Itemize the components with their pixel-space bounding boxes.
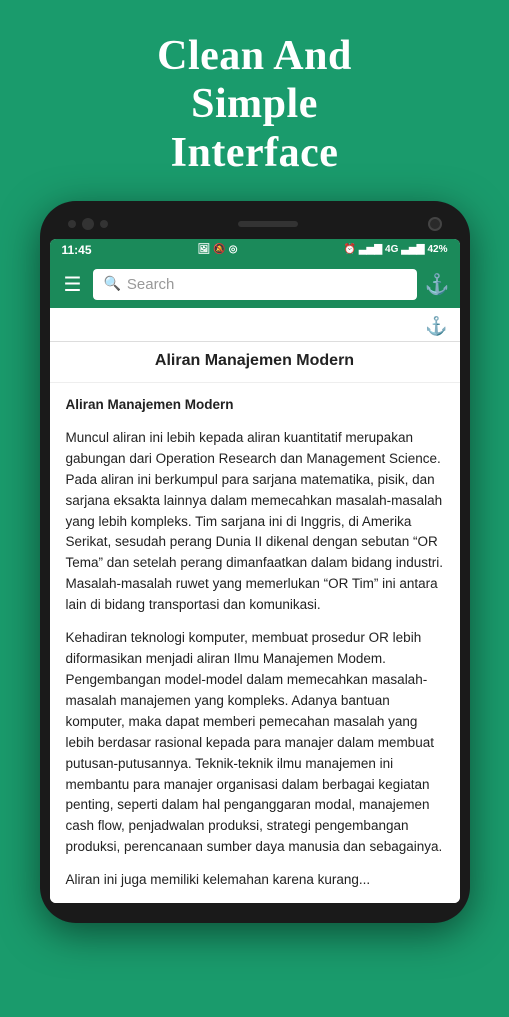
- status-bar: 11:45 🖼 🔕 ◎ ⏰ ▃▅▇ 4G ▃▅▇ 42%: [50, 239, 460, 261]
- search-icon: 🔍: [103, 276, 120, 293]
- bookmark-content-icon[interactable]: ⚓: [425, 316, 447, 337]
- bookmark-header-icon[interactable]: ⚓: [425, 272, 450, 297]
- article-body: Aliran Manajemen Modern Muncul aliran in…: [50, 383, 460, 903]
- header-line2: Simple Interface: [171, 81, 339, 175]
- article-paragraph2: Kehadiran teknologi komputer, membuat pr…: [66, 628, 444, 858]
- battery-text: 42%: [427, 244, 447, 255]
- front-camera: [428, 217, 442, 231]
- search-input-box[interactable]: 🔍 Search: [93, 269, 416, 300]
- article-paragraph1: Muncul aliran ini lebih kepada aliran ku…: [66, 428, 444, 616]
- status-time: 11:45: [62, 243, 92, 257]
- phone-top-hardware: [48, 213, 462, 239]
- camera-status-icon: 🖼: [198, 244, 211, 255]
- header-title: Clean And Simple Interface: [50, 14, 459, 191]
- content-top-bar: ⚓: [50, 308, 460, 342]
- alarm-icon: ⏰: [344, 244, 356, 255]
- phone-screen: 11:45 🖼 🔕 ◎ ⏰ ▃▅▇ 4G ▃▅▇ 42% ☰ 🔍: [50, 239, 460, 903]
- speaker: [238, 221, 298, 227]
- mute-status-icon: 🔕: [213, 244, 225, 255]
- search-placeholder-text: Search: [127, 276, 175, 293]
- signal-bars2: ▃▅▇: [401, 244, 424, 255]
- phone-mockup: 11:45 🖼 🔕 ◎ ⏰ ▃▅▇ 4G ▃▅▇ 42% ☰ 🔍: [0, 201, 509, 923]
- dot3: [100, 220, 108, 228]
- status-icons-left: 🖼 🔕 ◎: [198, 244, 238, 255]
- hamburger-menu-icon[interactable]: ☰: [60, 270, 86, 299]
- app-bar: ☰ 🔍 Search ⚓: [50, 261, 460, 308]
- location-status-icon: ◎: [229, 244, 238, 255]
- article-paragraph3: Aliran ini juga memiliki kelemahan karen…: [66, 870, 444, 891]
- dot2: [82, 218, 94, 230]
- phone-body: 11:45 🖼 🔕 ◎ ⏰ ▃▅▇ 4G ▃▅▇ 42% ☰ 🔍: [40, 201, 470, 923]
- article-bold-heading: Aliran Manajemen Modern: [66, 397, 234, 412]
- content-area: ⚓ Aliran Manajemen Modern Aliran Manajem…: [50, 308, 460, 903]
- article-title: Aliran Manajemen Modern: [50, 342, 460, 383]
- signal-bars: ▃▅▇: [359, 244, 382, 255]
- header-line1: Clean And: [157, 33, 352, 79]
- status-right: ⏰ ▃▅▇ 4G ▃▅▇ 42%: [344, 244, 448, 255]
- dot1: [68, 220, 76, 228]
- header-area: Clean And Simple Interface: [0, 0, 509, 201]
- network-type: 4G: [385, 244, 398, 255]
- camera-dots: [68, 218, 108, 230]
